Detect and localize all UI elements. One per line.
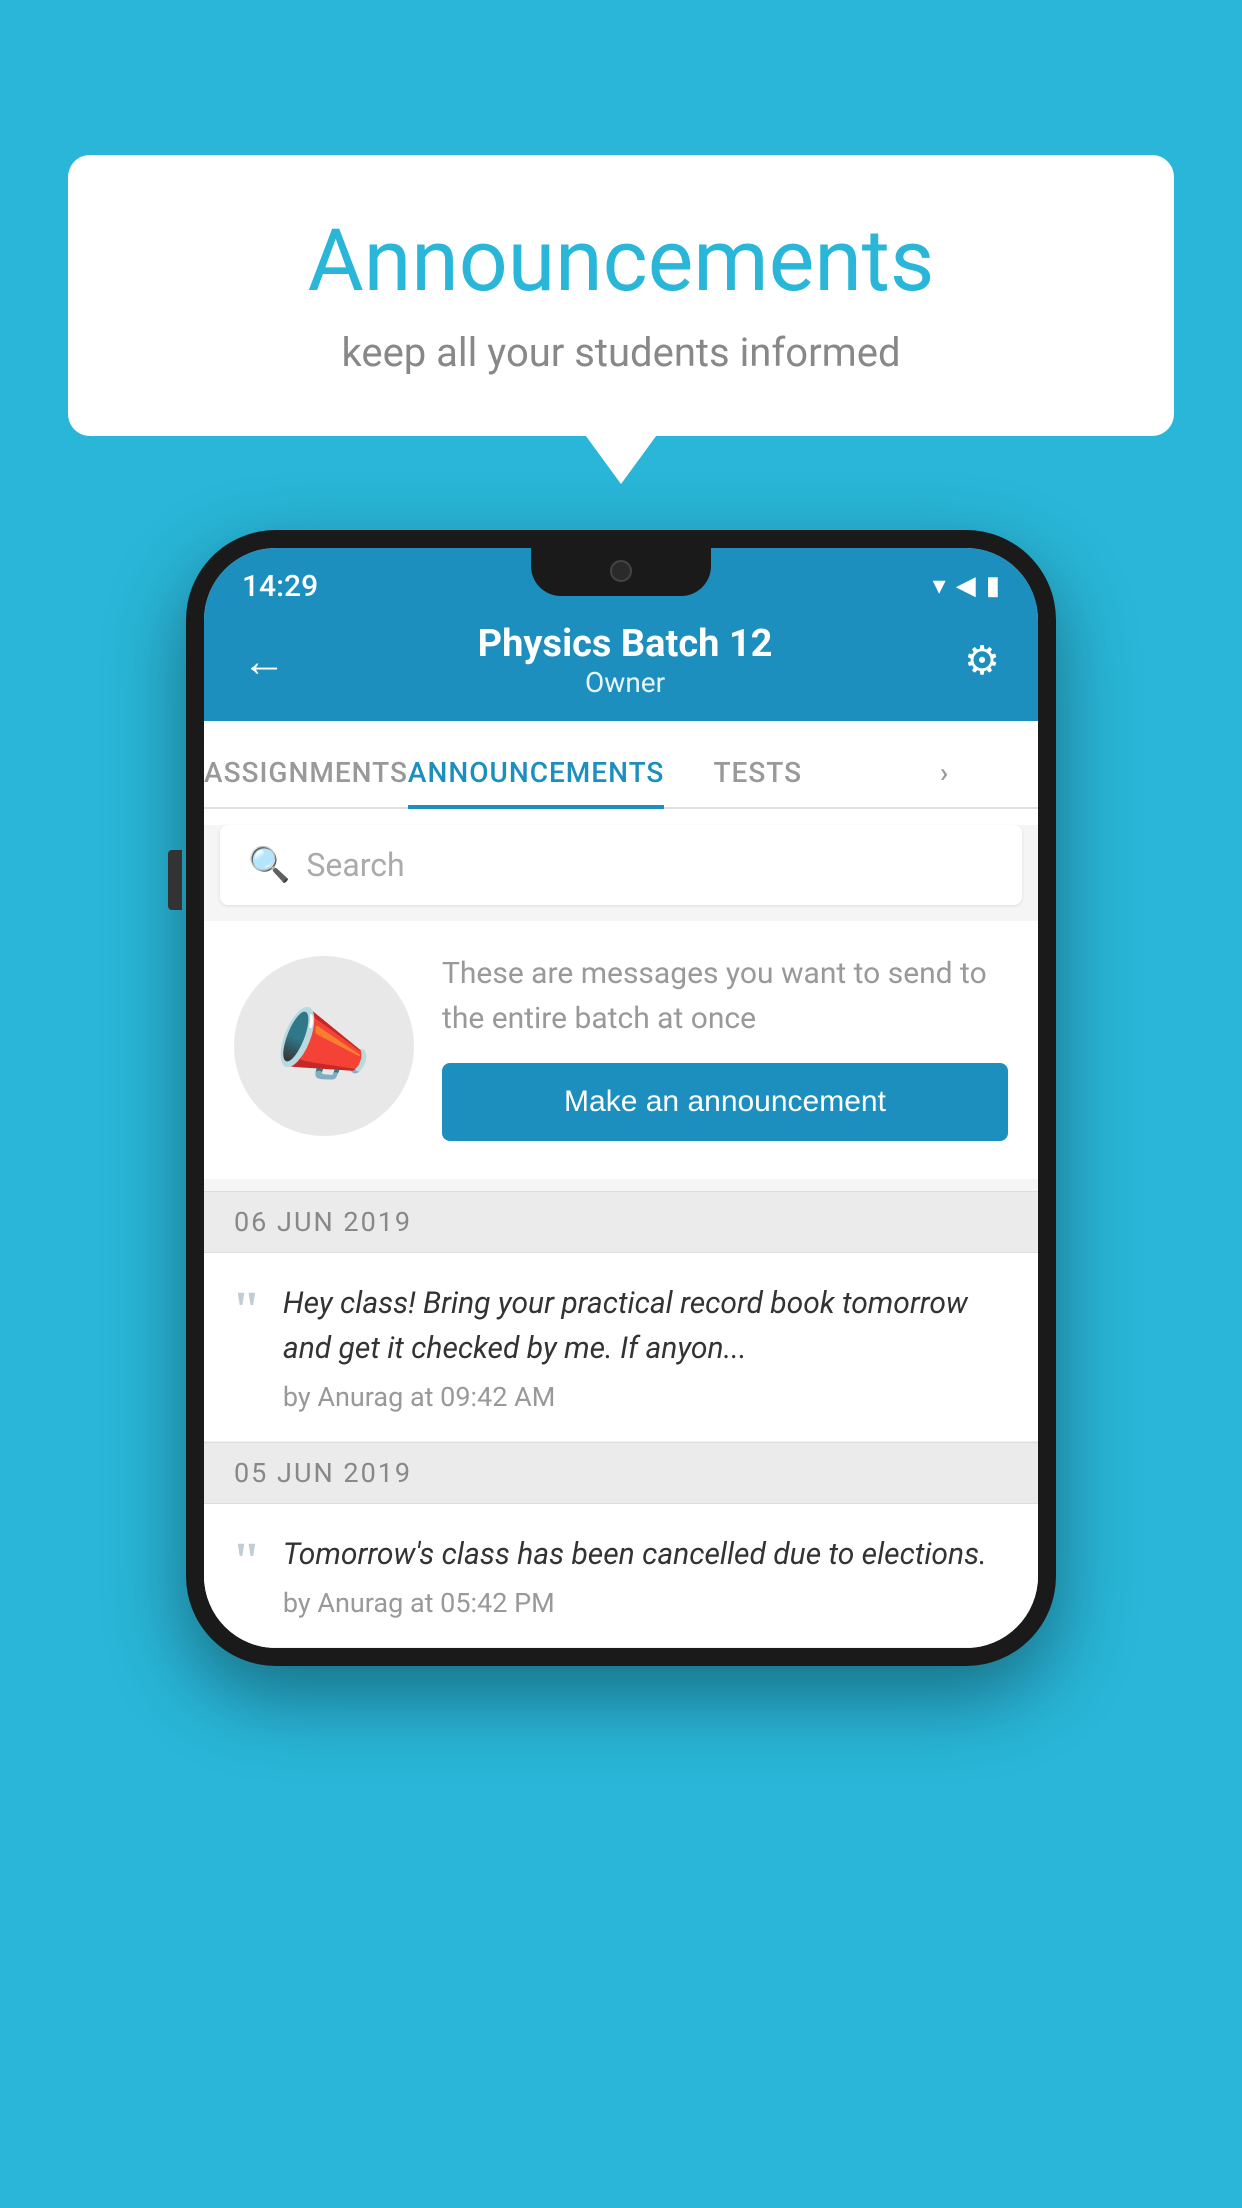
announcement-item-1[interactable]: " Hey class! Bring your practical record… xyxy=(204,1253,1038,1442)
app-bar: ← Physics Batch 12 Owner ⚙ xyxy=(204,616,1038,721)
tab-more[interactable]: › xyxy=(851,756,1038,807)
announcement-meta-2: by Anurag at 05:42 PM xyxy=(283,1587,1010,1619)
phone-wrapper: 14:29 ▾ ◀ ▮ ← Physics Batch 12 Owner ⚙ xyxy=(186,530,1056,1666)
app-bar-center: Physics Batch 12 Owner xyxy=(478,622,773,699)
status-time: 14:29 xyxy=(242,569,318,604)
announcement-title: Announcements xyxy=(128,210,1114,311)
signal-icon: ◀ xyxy=(956,571,976,601)
announcement-content-1: Hey class! Bring your practical record b… xyxy=(283,1281,1010,1413)
quote-icon-2: " xyxy=(232,1536,261,1588)
wifi-icon: ▾ xyxy=(933,571,946,601)
quote-icon-1: " xyxy=(232,1285,261,1337)
speech-bubble: Announcements keep all your students inf… xyxy=(68,155,1174,436)
promo-description: These are messages you want to send to t… xyxy=(442,951,1008,1041)
make-announcement-button[interactable]: Make an announcement xyxy=(442,1063,1008,1141)
phone-screen: 14:29 ▾ ◀ ▮ ← Physics Batch 12 Owner ⚙ xyxy=(204,548,1038,1648)
phone-notch xyxy=(531,548,711,596)
announcement-text-1: Hey class! Bring your practical record b… xyxy=(283,1281,1010,1371)
search-placeholder: Search xyxy=(306,846,404,884)
announcement-content-2: Tomorrow's class has been cancelled due … xyxy=(283,1532,1010,1619)
announcement-meta-1: by Anurag at 09:42 AM xyxy=(283,1381,1010,1413)
announcement-item-2[interactable]: " Tomorrow's class has been cancelled du… xyxy=(204,1504,1038,1648)
announcement-subtitle: keep all your students informed xyxy=(128,329,1114,376)
search-bar[interactable]: 🔍 Search xyxy=(220,825,1022,905)
tab-assignments[interactable]: ASSIGNMENTS xyxy=(204,756,408,807)
speech-bubble-container: Announcements keep all your students inf… xyxy=(68,155,1174,436)
date-separator-2: 05 JUN 2019 xyxy=(204,1442,1038,1504)
phone-mockup: 14:29 ▾ ◀ ▮ ← Physics Batch 12 Owner ⚙ xyxy=(186,530,1056,1666)
promo-content: These are messages you want to send to t… xyxy=(442,951,1008,1141)
batch-title: Physics Batch 12 xyxy=(478,622,773,666)
tab-tests[interactable]: TESTS xyxy=(664,756,851,807)
tab-announcements[interactable]: ANNOUNCEMENTS xyxy=(408,756,664,807)
content-area: 🔍 Search 📣 These are messages you want t… xyxy=(204,825,1038,1648)
announcement-text-2: Tomorrow's class has been cancelled due … xyxy=(283,1532,1010,1577)
front-camera xyxy=(610,560,632,582)
batch-role: Owner xyxy=(478,666,773,699)
battery-icon: ▮ xyxy=(986,571,1000,601)
megaphone-icon: 📣 xyxy=(275,1001,372,1092)
announcement-promo: 📣 These are messages you want to send to… xyxy=(204,921,1038,1179)
back-button[interactable]: ← xyxy=(242,635,286,687)
tab-bar: ASSIGNMENTS ANNOUNCEMENTS TESTS › xyxy=(204,721,1038,809)
settings-button[interactable]: ⚙ xyxy=(964,637,1000,684)
promo-icon-circle: 📣 xyxy=(234,956,414,1136)
date-separator-1: 06 JUN 2019 xyxy=(204,1191,1038,1253)
search-icon: 🔍 xyxy=(248,845,290,885)
status-icons: ▾ ◀ ▮ xyxy=(933,571,1000,601)
